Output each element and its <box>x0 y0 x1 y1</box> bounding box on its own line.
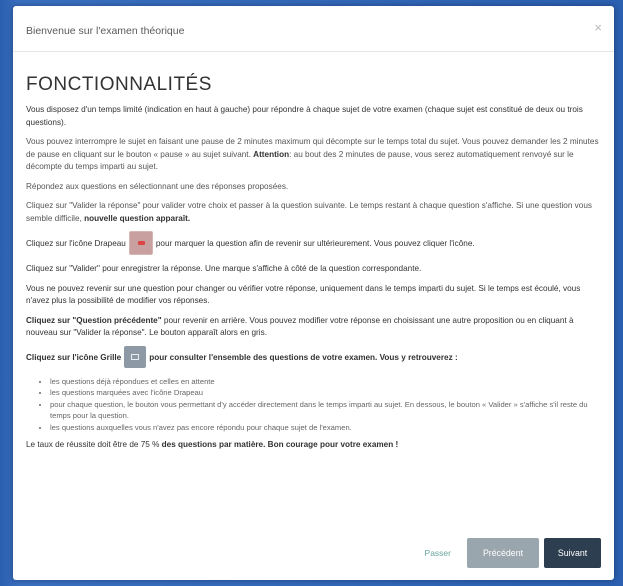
grid-icon <box>124 345 147 368</box>
paragraph-pause: Vous pouvez interrompre le sujet en fais… <box>26 136 601 174</box>
paragraph-strong: Cliquez sur "Question précédente" <box>26 315 162 325</box>
welcome-modal: Bienvenue sur l'examen théorique × FONCT… <box>13 6 614 580</box>
list-item: les questions auxquelles vous n'avez pas… <box>50 422 601 434</box>
flag-icon <box>128 231 153 255</box>
modal-footer: Passer Précédent Suivant <box>425 538 601 568</box>
paragraph-text: Cliquez sur l'icône Drapeau <box>26 239 126 249</box>
paragraph-answer: Répondez aux questions en sélectionnant … <box>26 181 601 194</box>
modal-header: Bienvenue sur l'examen théorique × <box>13 6 614 52</box>
list-item: les questions déjà répondues et celles e… <box>50 376 601 388</box>
paragraph-flag: Cliquez sur l'icône Drapeau pour marquer … <box>26 231 601 256</box>
paragraph-strong: nouvelle question apparaît. <box>84 213 191 223</box>
paragraph-grid: Cliquez sur l'icône Grille pour consulter… <box>26 345 601 369</box>
previous-button[interactable]: Précédent <box>467 538 539 568</box>
skip-link[interactable]: Passer <box>425 548 451 558</box>
paragraph-text: Vous disposez d'un temps limité (indicat… <box>26 105 583 127</box>
paragraph-text: Vous ne pouvez revenir sur une question … <box>26 283 581 306</box>
list-item: les questions marquées avec l'icône Drap… <box>50 387 601 399</box>
paragraph-strong: des questions par matière. Bon courage p… <box>161 440 399 449</box>
paragraph-text: Cliquez sur "Valider" pour enregistrer l… <box>26 264 422 273</box>
page-title: FONCTIONNALITÉS <box>26 74 212 95</box>
list-item: pour chaque question, le bouton vous per… <box>50 399 601 422</box>
paragraph-text: Répondez aux questions en sélectionnant … <box>26 181 289 191</box>
modal-body: FONCTIONNALITÉS Vous disposez d'un temps… <box>13 52 614 452</box>
paragraph-strong: pour consulter l'ensemble des questions … <box>149 352 458 362</box>
close-icon[interactable]: × <box>594 20 602 35</box>
next-button[interactable]: Suivant <box>544 538 601 568</box>
paragraph-save: Cliquez sur "Valider" pour enregistrer l… <box>26 263 601 276</box>
paragraph-validate: Cliquez sur "Valider la réponse" pour va… <box>26 200 601 225</box>
paragraph-text: pour marquer la question afin de revenir… <box>155 239 475 249</box>
paragraph-review: Vous ne pouvez revenir sur une question … <box>26 283 601 308</box>
grid-features-list: les questions déjà répondues et celles e… <box>26 376 601 434</box>
paragraph-previous: Cliquez sur "Question précédente" pour r… <box>26 315 601 340</box>
paragraph-time-limit: Vous disposez d'un temps limité (indicat… <box>26 104 601 129</box>
modal-title: Bienvenue sur l'examen théorique <box>26 25 185 37</box>
paragraph-pass-rate: Le taux de réussite doit être de 75 % de… <box>26 439 601 452</box>
paragraph-text: Le taux de réussite doit être de 75 % <box>26 440 162 449</box>
paragraph-strong: Cliquez sur l'icône Grille <box>26 352 122 362</box>
attention-label: Attention <box>253 149 290 159</box>
